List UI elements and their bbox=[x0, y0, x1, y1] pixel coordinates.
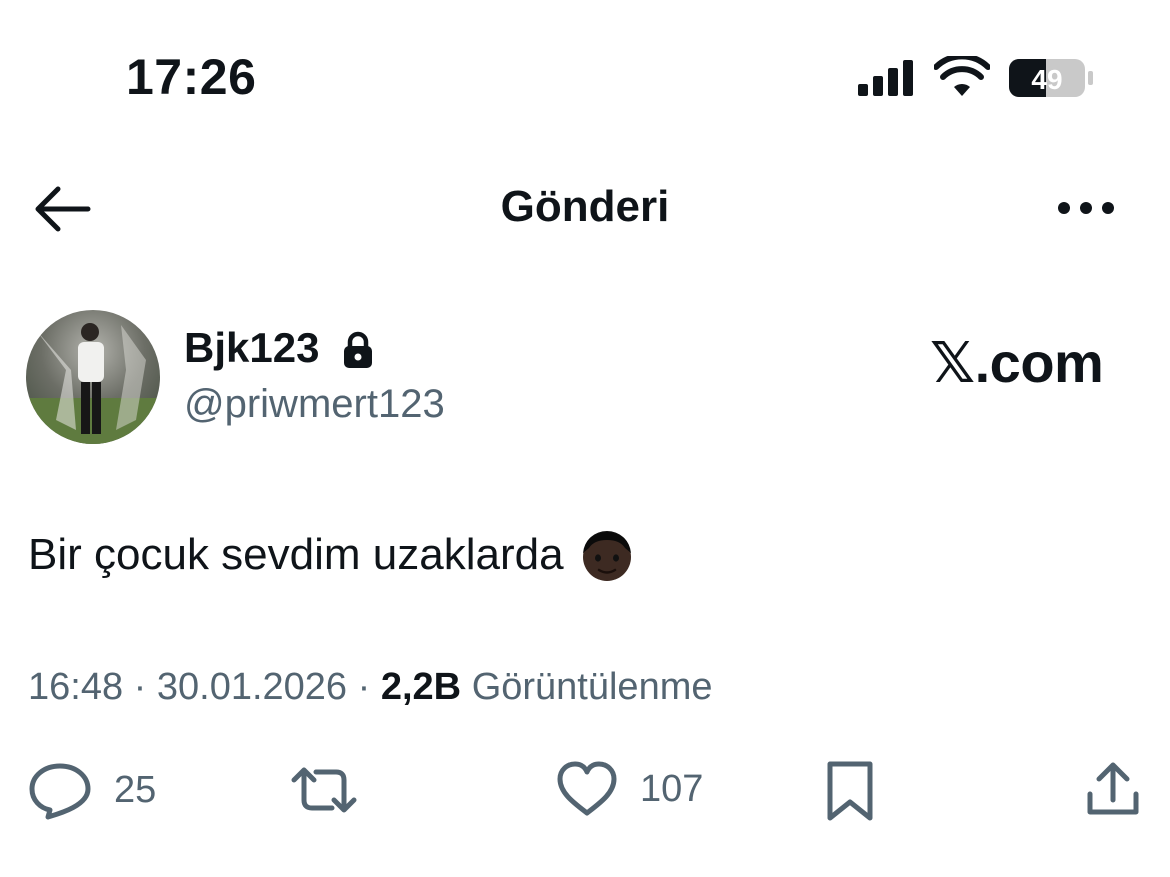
reply-button[interactable]: 25 bbox=[28, 760, 156, 820]
man-dark-skin-emoji bbox=[582, 531, 631, 581]
share-icon bbox=[1087, 762, 1139, 815]
brand-watermark: 𝕏.com bbox=[930, 331, 1104, 394]
battery-level: 49 bbox=[1031, 64, 1062, 95]
share-button[interactable] bbox=[1084, 760, 1142, 818]
tweet-time: 16:48 bbox=[28, 666, 124, 708]
reply-count: 25 bbox=[114, 768, 157, 811]
user-handle[interactable]: @priwmert123 bbox=[184, 382, 445, 427]
like-button[interactable]: 107 bbox=[556, 760, 703, 818]
meta-separator: · bbox=[357, 666, 371, 708]
tweet-text: Bir çocuk sevdim uzaklarda bbox=[28, 526, 636, 584]
wifi-icon bbox=[934, 56, 990, 96]
views-count[interactable]: 2,2B bbox=[381, 666, 461, 708]
tweet-text-content: Bir çocuk sevdim uzaklarda bbox=[28, 530, 564, 579]
avatar[interactable] bbox=[26, 310, 160, 444]
avatar-photo bbox=[26, 323, 160, 444]
more-horizontal-icon[interactable] bbox=[1052, 190, 1120, 226]
tweet-meta: 16:48 · 30.01.2026 · 2,2B Görüntülenme bbox=[28, 666, 713, 709]
reply-icon bbox=[29, 763, 91, 820]
like-count: 107 bbox=[640, 767, 704, 810]
views-label: Görüntülenme bbox=[471, 666, 713, 708]
bookmark-button[interactable] bbox=[824, 760, 876, 822]
bookmark-icon bbox=[827, 761, 873, 821]
heart-icon bbox=[557, 761, 617, 816]
page-title: Gönderi bbox=[500, 182, 670, 231]
meta-separator: · bbox=[133, 666, 147, 708]
status-time: 17:26 bbox=[126, 49, 257, 105]
signal-icon bbox=[858, 60, 913, 96]
repost-button[interactable] bbox=[290, 760, 358, 820]
tweet-date: 30.01.2026 bbox=[156, 666, 348, 708]
display-name[interactable]: Bjk123 bbox=[184, 324, 319, 372]
lock-icon bbox=[344, 331, 372, 368]
repost-icon bbox=[291, 767, 357, 813]
battery-icon: 49 bbox=[1009, 59, 1093, 97]
